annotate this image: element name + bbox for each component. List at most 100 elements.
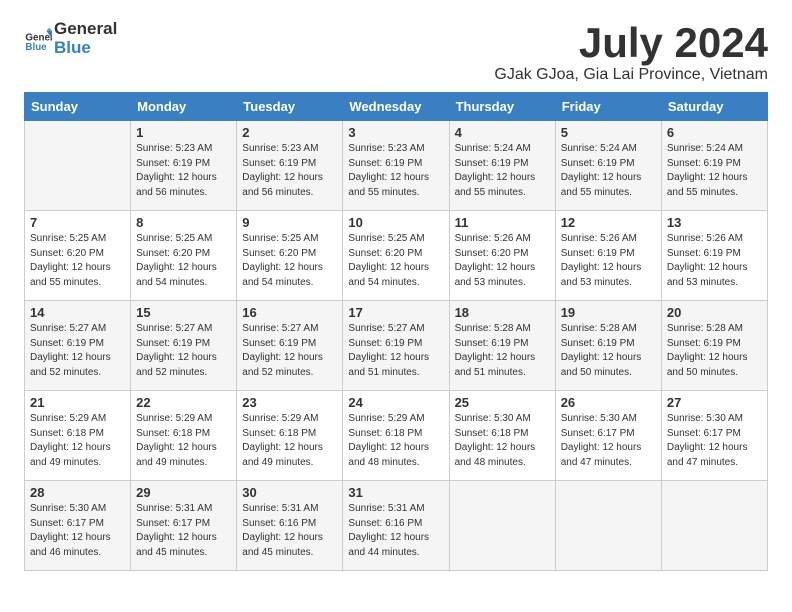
cell-info: Sunrise: 5:23 AM Sunset: 6:19 PM Dayligh… [136, 142, 231, 200]
day-number: 9 [242, 215, 337, 230]
location-title: GJak GJoa, Gia Lai Province, Vietnam [494, 66, 768, 84]
calendar-week-4: 21 Sunrise: 5:29 AM Sunset: 6:18 PM Dayli… [25, 391, 768, 481]
day-number: 1 [136, 125, 231, 140]
calendar-cell: 16 Sunrise: 5:27 AM Sunset: 6:19 PM Dayli… [237, 301, 343, 391]
cell-info: Sunrise: 5:27 AM Sunset: 6:19 PM Dayligh… [30, 322, 125, 380]
calendar-cell: 1 Sunrise: 5:23 AM Sunset: 6:19 PM Daylig… [131, 121, 237, 211]
cell-info: Sunrise: 5:30 AM Sunset: 6:17 PM Dayligh… [561, 412, 656, 470]
weekday-tuesday: Tuesday [237, 93, 343, 121]
cell-info: Sunrise: 5:30 AM Sunset: 6:17 PM Dayligh… [30, 502, 125, 560]
calendar-cell: 22Sunrise: 5:29 AM Sunset: 6:18 PM Dayli… [131, 391, 237, 481]
day-number: 21 [30, 395, 125, 410]
day-number: 29 [136, 485, 231, 500]
cell-info: Sunrise: 5:29 AM Sunset: 6:18 PM Dayligh… [242, 412, 337, 470]
day-number: 14 [30, 305, 125, 320]
title-block: July 2024 GJak GJoa, Gia Lai Province, V… [494, 20, 768, 84]
svg-text:Blue: Blue [25, 42, 47, 53]
weekday-saturday: Saturday [661, 93, 767, 121]
day-number: 7 [30, 215, 125, 230]
day-number: 20 [667, 305, 762, 320]
calendar-cell: 13 Sunrise: 5:26 AM Sunset: 6:19 PM Dayli… [661, 211, 767, 301]
calendar-table: SundayMondayTuesdayWednesdayThursdayFrid… [24, 92, 768, 571]
cell-info: Sunrise: 5:31 AM Sunset: 6:17 PM Dayligh… [136, 502, 231, 560]
calendar-cell: 9Sunrise: 5:25 AM Sunset: 6:20 PM Daylig… [237, 211, 343, 301]
weekday-header-row: SundayMondayTuesdayWednesdayThursdayFrid… [25, 93, 768, 121]
calendar-cell: 29 Sunrise: 5:31 AM Sunset: 6:17 PM Dayli… [131, 481, 237, 571]
day-number: 13 [667, 215, 762, 230]
calendar-cell: 19 Sunrise: 5:28 AM Sunset: 6:19 PM Dayli… [555, 301, 661, 391]
day-number: 3 [348, 125, 443, 140]
calendar-cell: 28 Sunrise: 5:30 AM Sunset: 6:17 PM Dayli… [25, 481, 131, 571]
cell-info: Sunrise: 5:27 AM Sunset: 6:19 PM Dayligh… [242, 322, 337, 380]
calendar-cell: 31 Sunrise: 5:31 AM Sunset: 6:16 PM Dayli… [343, 481, 449, 571]
day-number: 16 [242, 305, 337, 320]
cell-info: Sunrise: 5:31 AM Sunset: 6:16 PM Dayligh… [242, 502, 337, 560]
cell-info: Sunrise: 5:29 AM Sunset: 6:18 PM Dayligh… [348, 412, 443, 470]
calendar-body: 1 Sunrise: 5:23 AM Sunset: 6:19 PM Daylig… [25, 121, 768, 571]
day-number: 17 [348, 305, 443, 320]
day-number: 19 [561, 305, 656, 320]
day-number: 12 [561, 215, 656, 230]
cell-info: Sunrise: 5:29 AM Sunset: 6:18 PM Dayligh… [136, 412, 231, 470]
calendar-cell: 6 Sunrise: 5:24 AM Sunset: 6:19 PM Daylig… [661, 121, 767, 211]
calendar-cell: 23 Sunrise: 5:29 AM Sunset: 6:18 PM Dayli… [237, 391, 343, 481]
logo-blue-text: Blue [54, 39, 117, 58]
cell-info: Sunrise: 5:28 AM Sunset: 6:19 PM Dayligh… [455, 322, 550, 380]
calendar-cell [449, 481, 555, 571]
calendar-cell: 10Sunrise: 5:25 AM Sunset: 6:20 PM Dayli… [343, 211, 449, 301]
cell-info: Sunrise: 5:24 AM Sunset: 6:19 PM Dayligh… [455, 142, 550, 200]
calendar-cell: 12 Sunrise: 5:26 AM Sunset: 6:19 PM Dayli… [555, 211, 661, 301]
day-number: 5 [561, 125, 656, 140]
day-number: 2 [242, 125, 337, 140]
month-title: July 2024 [494, 20, 768, 66]
cell-info: Sunrise: 5:28 AM Sunset: 6:19 PM Dayligh… [667, 322, 762, 380]
calendar-cell: 8 Sunrise: 5:25 AM Sunset: 6:20 PM Daylig… [131, 211, 237, 301]
cell-info: Sunrise: 5:25 AM Sunset: 6:20 PM Dayligh… [30, 232, 125, 290]
weekday-friday: Friday [555, 93, 661, 121]
calendar-week-2: 7 Sunrise: 5:25 AM Sunset: 6:20 PM Daylig… [25, 211, 768, 301]
day-number: 31 [348, 485, 443, 500]
day-number: 10 [348, 215, 443, 230]
calendar-cell: 11 Sunrise: 5:26 AM Sunset: 6:20 PM Dayli… [449, 211, 555, 301]
cell-info: Sunrise: 5:26 AM Sunset: 6:20 PM Dayligh… [455, 232, 550, 290]
calendar-cell: 4 Sunrise: 5:24 AM Sunset: 6:19 PM Daylig… [449, 121, 555, 211]
cell-info: Sunrise: 5:26 AM Sunset: 6:19 PM Dayligh… [667, 232, 762, 290]
calendar-cell: 17 Sunrise: 5:27 AM Sunset: 6:19 PM Dayli… [343, 301, 449, 391]
day-number: 15 [136, 305, 231, 320]
cell-info: Sunrise: 5:25 AM Sunset: 6:20 PM Dayligh… [136, 232, 231, 290]
day-number: 8 [136, 215, 231, 230]
cell-info: Sunrise: 5:27 AM Sunset: 6:19 PM Dayligh… [348, 322, 443, 380]
calendar-cell: 20 Sunrise: 5:28 AM Sunset: 6:19 PM Dayli… [661, 301, 767, 391]
cell-info: Sunrise: 5:31 AM Sunset: 6:16 PM Dayligh… [348, 502, 443, 560]
calendar-cell: 24 Sunrise: 5:29 AM Sunset: 6:18 PM Dayli… [343, 391, 449, 481]
cell-info: Sunrise: 5:23 AM Sunset: 6:19 PM Dayligh… [242, 142, 337, 200]
page-header: General Blue General Blue July 2024 GJak… [24, 20, 768, 84]
calendar-cell [555, 481, 661, 571]
cell-info: Sunrise: 5:24 AM Sunset: 6:19 PM Dayligh… [561, 142, 656, 200]
calendar-cell: 26Sunrise: 5:30 AM Sunset: 6:17 PM Dayli… [555, 391, 661, 481]
calendar-cell: 30Sunrise: 5:31 AM Sunset: 6:16 PM Dayli… [237, 481, 343, 571]
calendar-cell: 5 Sunrise: 5:24 AM Sunset: 6:19 PM Daylig… [555, 121, 661, 211]
calendar-cell: 15 Sunrise: 5:27 AM Sunset: 6:19 PM Dayli… [131, 301, 237, 391]
cell-info: Sunrise: 5:29 AM Sunset: 6:18 PM Dayligh… [30, 412, 125, 470]
day-number: 6 [667, 125, 762, 140]
logo: General Blue General Blue [24, 20, 117, 57]
cell-info: Sunrise: 5:26 AM Sunset: 6:19 PM Dayligh… [561, 232, 656, 290]
calendar-cell: 2 Sunrise: 5:23 AM Sunset: 6:19 PM Daylig… [237, 121, 343, 211]
calendar-cell: 27Sunrise: 5:30 AM Sunset: 6:17 PM Dayli… [661, 391, 767, 481]
day-number: 28 [30, 485, 125, 500]
calendar-cell: 25Sunrise: 5:30 AM Sunset: 6:18 PM Dayli… [449, 391, 555, 481]
day-number: 11 [455, 215, 550, 230]
calendar-cell [25, 121, 131, 211]
calendar-week-5: 28 Sunrise: 5:30 AM Sunset: 6:17 PM Dayli… [25, 481, 768, 571]
day-number: 23 [242, 395, 337, 410]
weekday-thursday: Thursday [449, 93, 555, 121]
cell-info: Sunrise: 5:28 AM Sunset: 6:19 PM Dayligh… [561, 322, 656, 380]
day-number: 4 [455, 125, 550, 140]
cell-info: Sunrise: 5:24 AM Sunset: 6:19 PM Dayligh… [667, 142, 762, 200]
weekday-sunday: Sunday [25, 93, 131, 121]
cell-info: Sunrise: 5:30 AM Sunset: 6:18 PM Dayligh… [455, 412, 550, 470]
cell-info: Sunrise: 5:27 AM Sunset: 6:19 PM Dayligh… [136, 322, 231, 380]
day-number: 24 [348, 395, 443, 410]
calendar-cell [661, 481, 767, 571]
